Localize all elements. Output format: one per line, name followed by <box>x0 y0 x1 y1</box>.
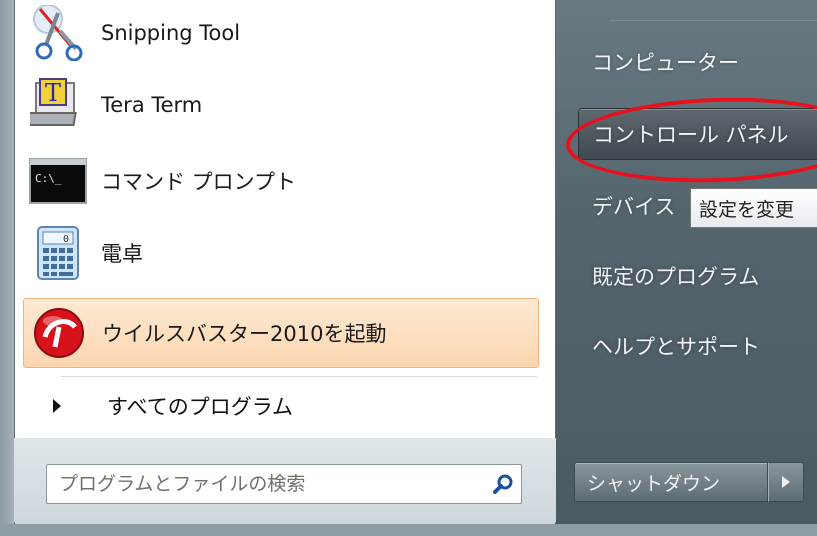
search-box[interactable] <box>46 464 522 504</box>
calculator-icon: 0 <box>29 224 87 282</box>
program-label: Tera Term <box>101 93 203 117</box>
program-calculator[interactable]: 0 電卓 <box>23 218 539 288</box>
shutdown-label: シャットダウン <box>587 472 721 495</box>
right-item-label: コンピューター <box>592 51 739 75</box>
tooltip-text: 設定を変更 <box>699 198 795 221</box>
all-programs-button[interactable]: すべてのプログラム <box>23 382 539 430</box>
program-virusbuster[interactable]: ウイルスバスター2010を起動 <box>23 298 539 368</box>
program-label: Snipping Tool <box>101 21 241 45</box>
program-tera-term[interactable]: T Tera Term <box>23 70 539 140</box>
cmd-icon-text: C:\_ <box>35 172 62 185</box>
program-label: ウイルスバスター2010を起動 <box>102 322 387 346</box>
right-item-default-programs[interactable]: 既定のプログラム <box>578 250 817 302</box>
divider <box>610 20 817 21</box>
program-label: 電卓 <box>101 242 143 266</box>
program-command-prompt[interactable]: C:\_ コマンド プロンプト <box>23 146 539 216</box>
right-panel: コンピューター コントロール パネル デバイス 既定のプログラム ヘルプとサポー… <box>560 0 817 524</box>
svg-text:0: 0 <box>63 234 69 245</box>
right-item-label: デバイス <box>592 195 676 219</box>
search-area <box>14 438 556 526</box>
chevron-right-icon <box>782 476 790 488</box>
all-programs-label: すべてのプログラム <box>107 395 294 419</box>
right-item-label: ヘルプとサポート <box>592 335 760 359</box>
expand-arrow-icon <box>53 399 61 413</box>
right-item-help[interactable]: ヘルプとサポート <box>578 320 817 372</box>
command-prompt-icon: C:\_ <box>29 152 87 210</box>
program-label: コマンド プロンプト <box>101 170 297 194</box>
svg-text:T: T <box>45 79 61 107</box>
shutdown-options-button[interactable] <box>768 462 804 502</box>
divider <box>61 376 537 377</box>
frame-edge <box>0 0 14 536</box>
right-item-label: 既定のプログラム <box>592 265 760 289</box>
program-snipping-tool[interactable]: Snipping Tool <box>23 0 539 68</box>
scissors-icon <box>29 4 87 62</box>
virusbuster-icon <box>30 304 88 362</box>
terminal-laptop-icon: T <box>29 76 87 134</box>
tooltip: 設定を変更 <box>690 188 817 228</box>
shutdown-button[interactable]: シャットダウン <box>574 462 768 502</box>
frame-bottom <box>0 524 817 536</box>
search-input[interactable] <box>47 472 485 496</box>
search-icon[interactable] <box>485 466 521 502</box>
right-item-computer[interactable]: コンピューター <box>578 36 817 88</box>
